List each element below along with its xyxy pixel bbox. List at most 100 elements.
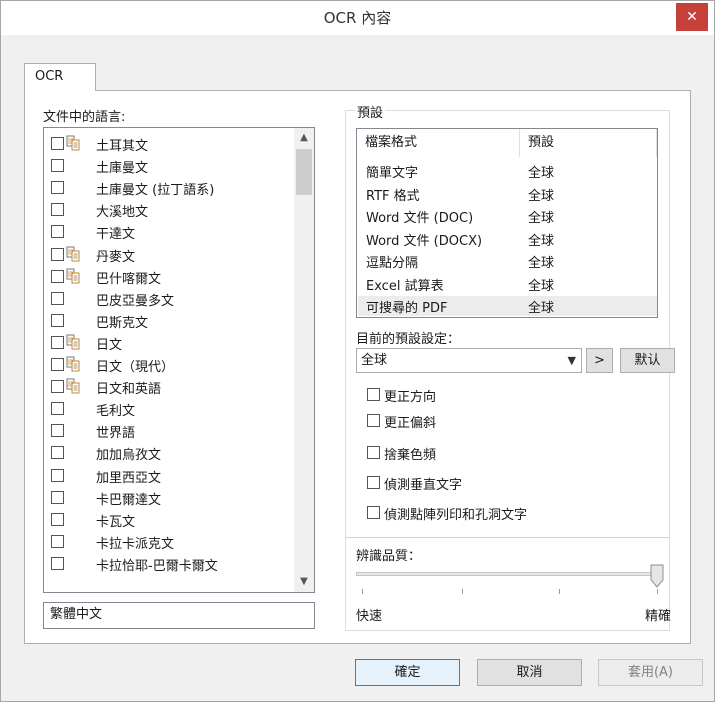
- preset-table-row[interactable]: 逗點分隔 全球: [358, 251, 657, 271]
- default-button[interactable]: 默认: [620, 348, 675, 373]
- language-checkbox[interactable]: [51, 512, 64, 526]
- language-list-item[interactable]: 土庫曼文 (拉丁語系): [44, 177, 294, 198]
- preset-cell: 全球: [528, 166, 555, 181]
- preset-cell: 全球: [528, 211, 555, 226]
- language-checkbox[interactable]: [51, 181, 64, 195]
- language-name: 巴皮亞曼多文: [96, 293, 175, 309]
- current-preset-dropdown[interactable]: 全球 ▼: [356, 348, 582, 373]
- option-checkbox[interactable]: [367, 388, 380, 401]
- language-checkbox[interactable]: [51, 424, 64, 438]
- preset-table-row[interactable]: RTF 格式 全球: [358, 184, 657, 204]
- language-checkbox[interactable]: [51, 534, 64, 548]
- language-checkbox[interactable]: [51, 446, 64, 460]
- language-name: 土庫曼文: [96, 161, 149, 177]
- quality-slider-thumb[interactable]: [650, 564, 664, 588]
- language-list-item[interactable]: 日文（現代）: [44, 354, 294, 375]
- language-list-item[interactable]: 加里西亞文: [44, 465, 294, 486]
- preset-table-row[interactable]: Excel 試算表 全球: [358, 274, 657, 294]
- next-preset-button[interactable]: >: [586, 348, 613, 373]
- column-header-preset[interactable]: 預設: [520, 129, 657, 157]
- language-name: 巴斯克文: [96, 315, 149, 331]
- language-checkbox[interactable]: [51, 203, 64, 217]
- preset-table-row[interactable]: 可搜尋的 PDF 全球: [358, 296, 657, 316]
- language-list-item[interactable]: 日文和英語: [44, 376, 294, 397]
- preset-table-row[interactable]: 簡單文字 全球: [358, 161, 657, 181]
- language-list-item[interactable]: 世界語: [44, 420, 294, 441]
- language-list-item[interactable]: 加加烏孜文: [44, 442, 294, 463]
- language-list-scrollbar[interactable]: ▲ ▼: [294, 128, 314, 592]
- option-checkbox[interactable]: [367, 414, 380, 427]
- ok-button[interactable]: 確定: [355, 659, 460, 686]
- cancel-button[interactable]: 取消: [477, 659, 582, 686]
- close-button[interactable]: ✕: [676, 3, 708, 31]
- language-name: 大溪地文: [96, 205, 149, 221]
- scroll-thumb[interactable]: [296, 149, 312, 195]
- current-preset-label: 目前的預設設定：: [356, 332, 461, 347]
- language-name: 土庫曼文 (拉丁語系): [96, 183, 215, 199]
- preset-group-legend: 預設: [355, 102, 386, 121]
- language-list-item[interactable]: 巴斯克文: [44, 310, 294, 331]
- language-checkbox[interactable]: [51, 468, 64, 482]
- language-checkbox[interactable]: [51, 313, 64, 327]
- apply-button[interactable]: 套用(A): [598, 659, 703, 686]
- language-list-item[interactable]: 卡巴爾達文: [44, 487, 294, 508]
- language-list-item[interactable]: 卡拉卡派克文: [44, 531, 294, 552]
- tab-ocr[interactable]: OCR: [24, 63, 96, 91]
- separator: [345, 537, 670, 538]
- option-label: 偵測點陣列印和孔洞文字: [384, 508, 528, 523]
- option-checkbox[interactable]: [367, 446, 380, 459]
- format-cell: 逗點分隔: [366, 256, 419, 271]
- language-checkbox[interactable]: [51, 137, 64, 150]
- language-checkbox[interactable]: [51, 556, 64, 570]
- selected-languages-field[interactable]: 繁體中文: [43, 602, 315, 629]
- quality-slider-track[interactable]: [356, 572, 660, 576]
- language-name: 卡拉卡派克文: [96, 536, 175, 552]
- ocr-properties-dialog: OCR 內容 ✕ OCR 文件中的語言: 土耳其文 土庫曼文 土庫曼文 (拉丁語系)…: [0, 0, 715, 702]
- language-checkbox[interactable]: [51, 291, 64, 305]
- ocr-language-icon: [66, 246, 80, 262]
- language-checkbox[interactable]: [51, 358, 64, 371]
- language-name: 丹麥文: [96, 249, 136, 265]
- language-list-item[interactable]: 土耳其文: [44, 133, 294, 154]
- language-checkbox[interactable]: [51, 225, 64, 239]
- language-list-item[interactable]: 毛利文: [44, 398, 294, 419]
- language-list-item[interactable]: 干達文: [44, 221, 294, 242]
- language-checkbox[interactable]: [51, 247, 64, 261]
- format-cell: 可搜尋的 PDF: [366, 301, 448, 316]
- language-checkbox[interactable]: [51, 402, 64, 416]
- quality-min-label: 快速: [356, 609, 383, 624]
- language-checkbox[interactable]: [51, 380, 64, 394]
- language-name: 日文和英語: [96, 382, 162, 398]
- language-list-item[interactable]: 土庫曼文: [44, 155, 294, 176]
- language-list-item[interactable]: 卡瓦文: [44, 509, 294, 530]
- option-label: 捨棄色頻: [384, 448, 437, 463]
- preset-table[interactable]: 檔案格式 預設 簡單文字 全球 RTF 格式 全球 Word 文件 (DOC) 全球 Wor…: [356, 128, 658, 318]
- language-list-item[interactable]: 卡拉恰耶-巴爾卡爾文: [44, 553, 294, 574]
- language-name: 世界語: [96, 426, 136, 442]
- slider-tick: [462, 589, 463, 594]
- column-header-format[interactable]: 檔案格式: [357, 129, 520, 157]
- language-list-item[interactable]: 丹麥文: [44, 244, 294, 265]
- language-checkbox[interactable]: [51, 335, 64, 349]
- language-list[interactable]: 土耳其文土庫曼文土庫曼文 (拉丁語系) 大溪地文 干達文丹麥文 巴什喀爾文巴皮亞曼多文…: [43, 127, 315, 593]
- language-list-item[interactable]: 日文: [44, 332, 294, 353]
- ocr-language-icon: [66, 356, 80, 372]
- language-name: 毛利文: [96, 404, 136, 420]
- option-checkbox[interactable]: [367, 476, 380, 489]
- scroll-down-icon[interactable]: ▼: [294, 572, 314, 592]
- preset-table-row[interactable]: Word 文件 (DOCX) 全球: [358, 229, 657, 249]
- close-icon: ✕: [686, 9, 698, 25]
- preset-table-row[interactable]: Word 文件 (DOC) 全球: [358, 206, 657, 226]
- language-checkbox[interactable]: [51, 269, 64, 283]
- language-name: 卡拉恰耶-巴爾卡爾文: [96, 558, 218, 574]
- option-checkbox[interactable]: [367, 506, 380, 519]
- language-list-item[interactable]: 大溪地文: [44, 199, 294, 220]
- language-list-item[interactable]: 巴什喀爾文: [44, 266, 294, 287]
- language-list-item[interactable]: 巴皮亞曼多文: [44, 288, 294, 309]
- language-name: 卡巴爾達文: [96, 492, 162, 508]
- languages-label: 文件中的語言:: [43, 110, 126, 125]
- ocr-language-icon: [66, 334, 80, 350]
- scroll-up-icon[interactable]: ▲: [294, 128, 314, 148]
- language-checkbox[interactable]: [51, 490, 64, 504]
- language-checkbox[interactable]: [51, 159, 64, 173]
